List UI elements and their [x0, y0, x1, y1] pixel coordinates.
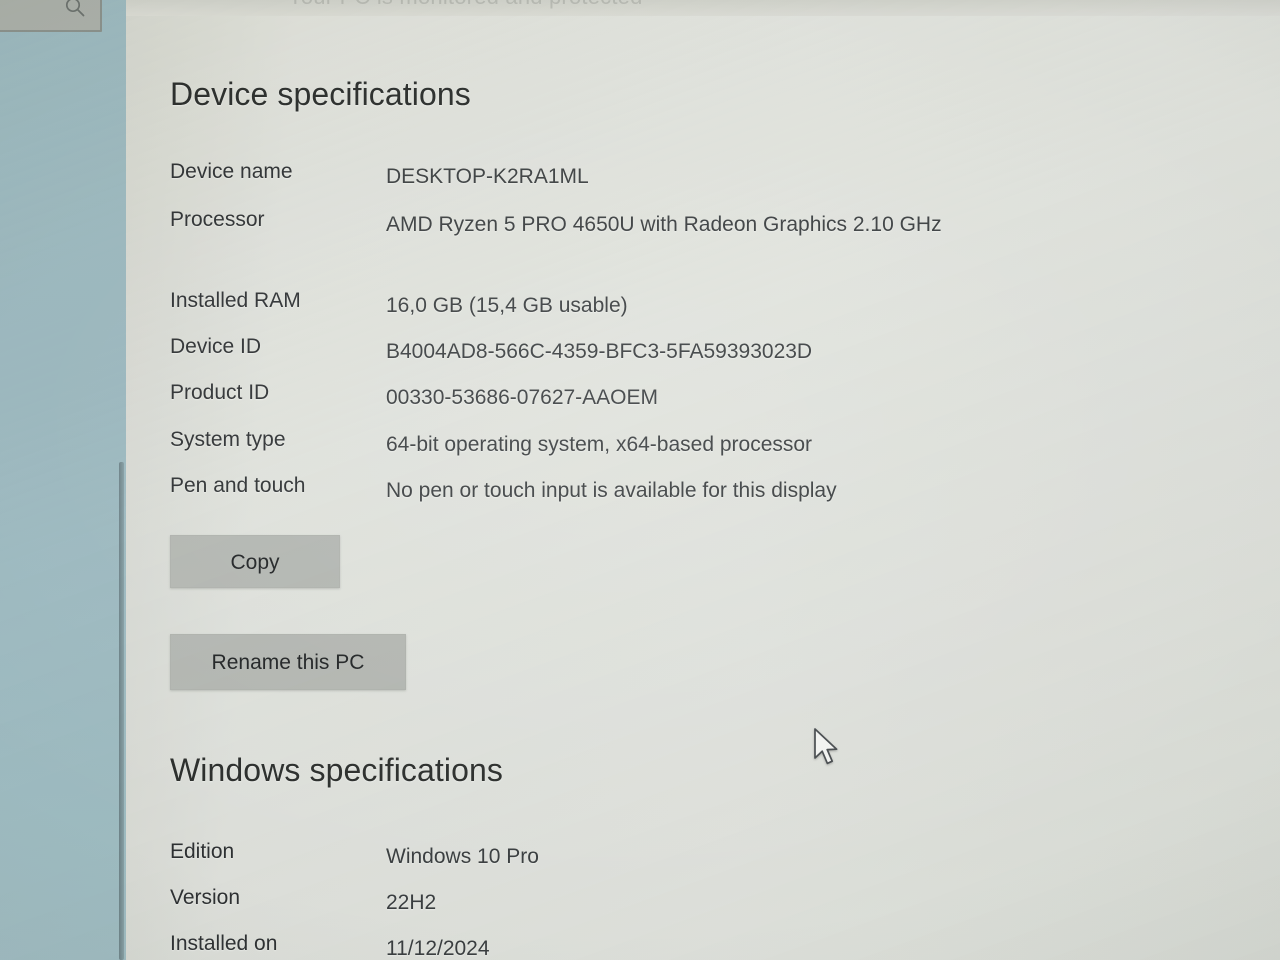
spec-value-product-id: 00330-53686-07627-AAOEM: [386, 386, 659, 409]
spec-label-pen-and-touch: Pen and touch: [170, 474, 306, 497]
page-scrollbar-thumb[interactable]: [119, 462, 124, 960]
left-navigation-pane: [0, 0, 126, 960]
spec-value-system-type: 64-bit operating system, x64-based proce…: [386, 433, 813, 456]
spec-value-device-id: B4004AD8-566C-4359-BFC3-5FA59393023D: [386, 340, 813, 363]
spec-value-pen-and-touch: No pen or touch input is available for t…: [386, 479, 837, 502]
cropped-top-heading: Your PC is monitored and protected: [288, 0, 643, 10]
spec-label-system-type: System type: [170, 428, 286, 451]
spec-value-installed-ram: 16,0 GB (15,4 GB usable): [386, 294, 628, 317]
spec-value-device-name: DESKTOP-K2RA1ML: [386, 165, 589, 188]
spec-value-installed-on: 11/12/2024: [386, 937, 490, 960]
spec-label-version: Version: [170, 886, 241, 909]
spec-value-edition: Windows 10 Pro: [386, 845, 539, 868]
settings-about-screen-photo: Your PC is monitored and protected Devic…: [0, 0, 1280, 960]
windows-specifications-title: Windows specifications: [170, 752, 503, 788]
search-icon[interactable]: [64, 0, 86, 18]
about-settings-content: Your PC is monitored and protected Devic…: [126, 0, 1280, 960]
taskbar-search-box[interactable]: [0, 0, 102, 32]
spec-label-device-name: Device name: [170, 160, 293, 183]
spec-label-product-id: Product ID: [170, 381, 270, 404]
spec-value-processor: AMD Ryzen 5 PRO 4650U with Radeon Graphi…: [386, 213, 942, 236]
device-specifications-title: Device specifications: [170, 76, 471, 112]
spec-label-device-id: Device ID: [170, 335, 262, 358]
spec-label-installed-on: Installed on: [170, 932, 278, 955]
rename-this-pc-button[interactable]: Rename this PC: [170, 634, 406, 690]
spec-value-version: 22H2: [386, 891, 437, 914]
spec-label-processor: Processor: [170, 208, 265, 231]
spec-label-installed-ram: Installed RAM: [170, 289, 301, 312]
spec-label-edition: Edition: [170, 840, 235, 863]
copy-button[interactable]: Copy: [170, 535, 340, 588]
